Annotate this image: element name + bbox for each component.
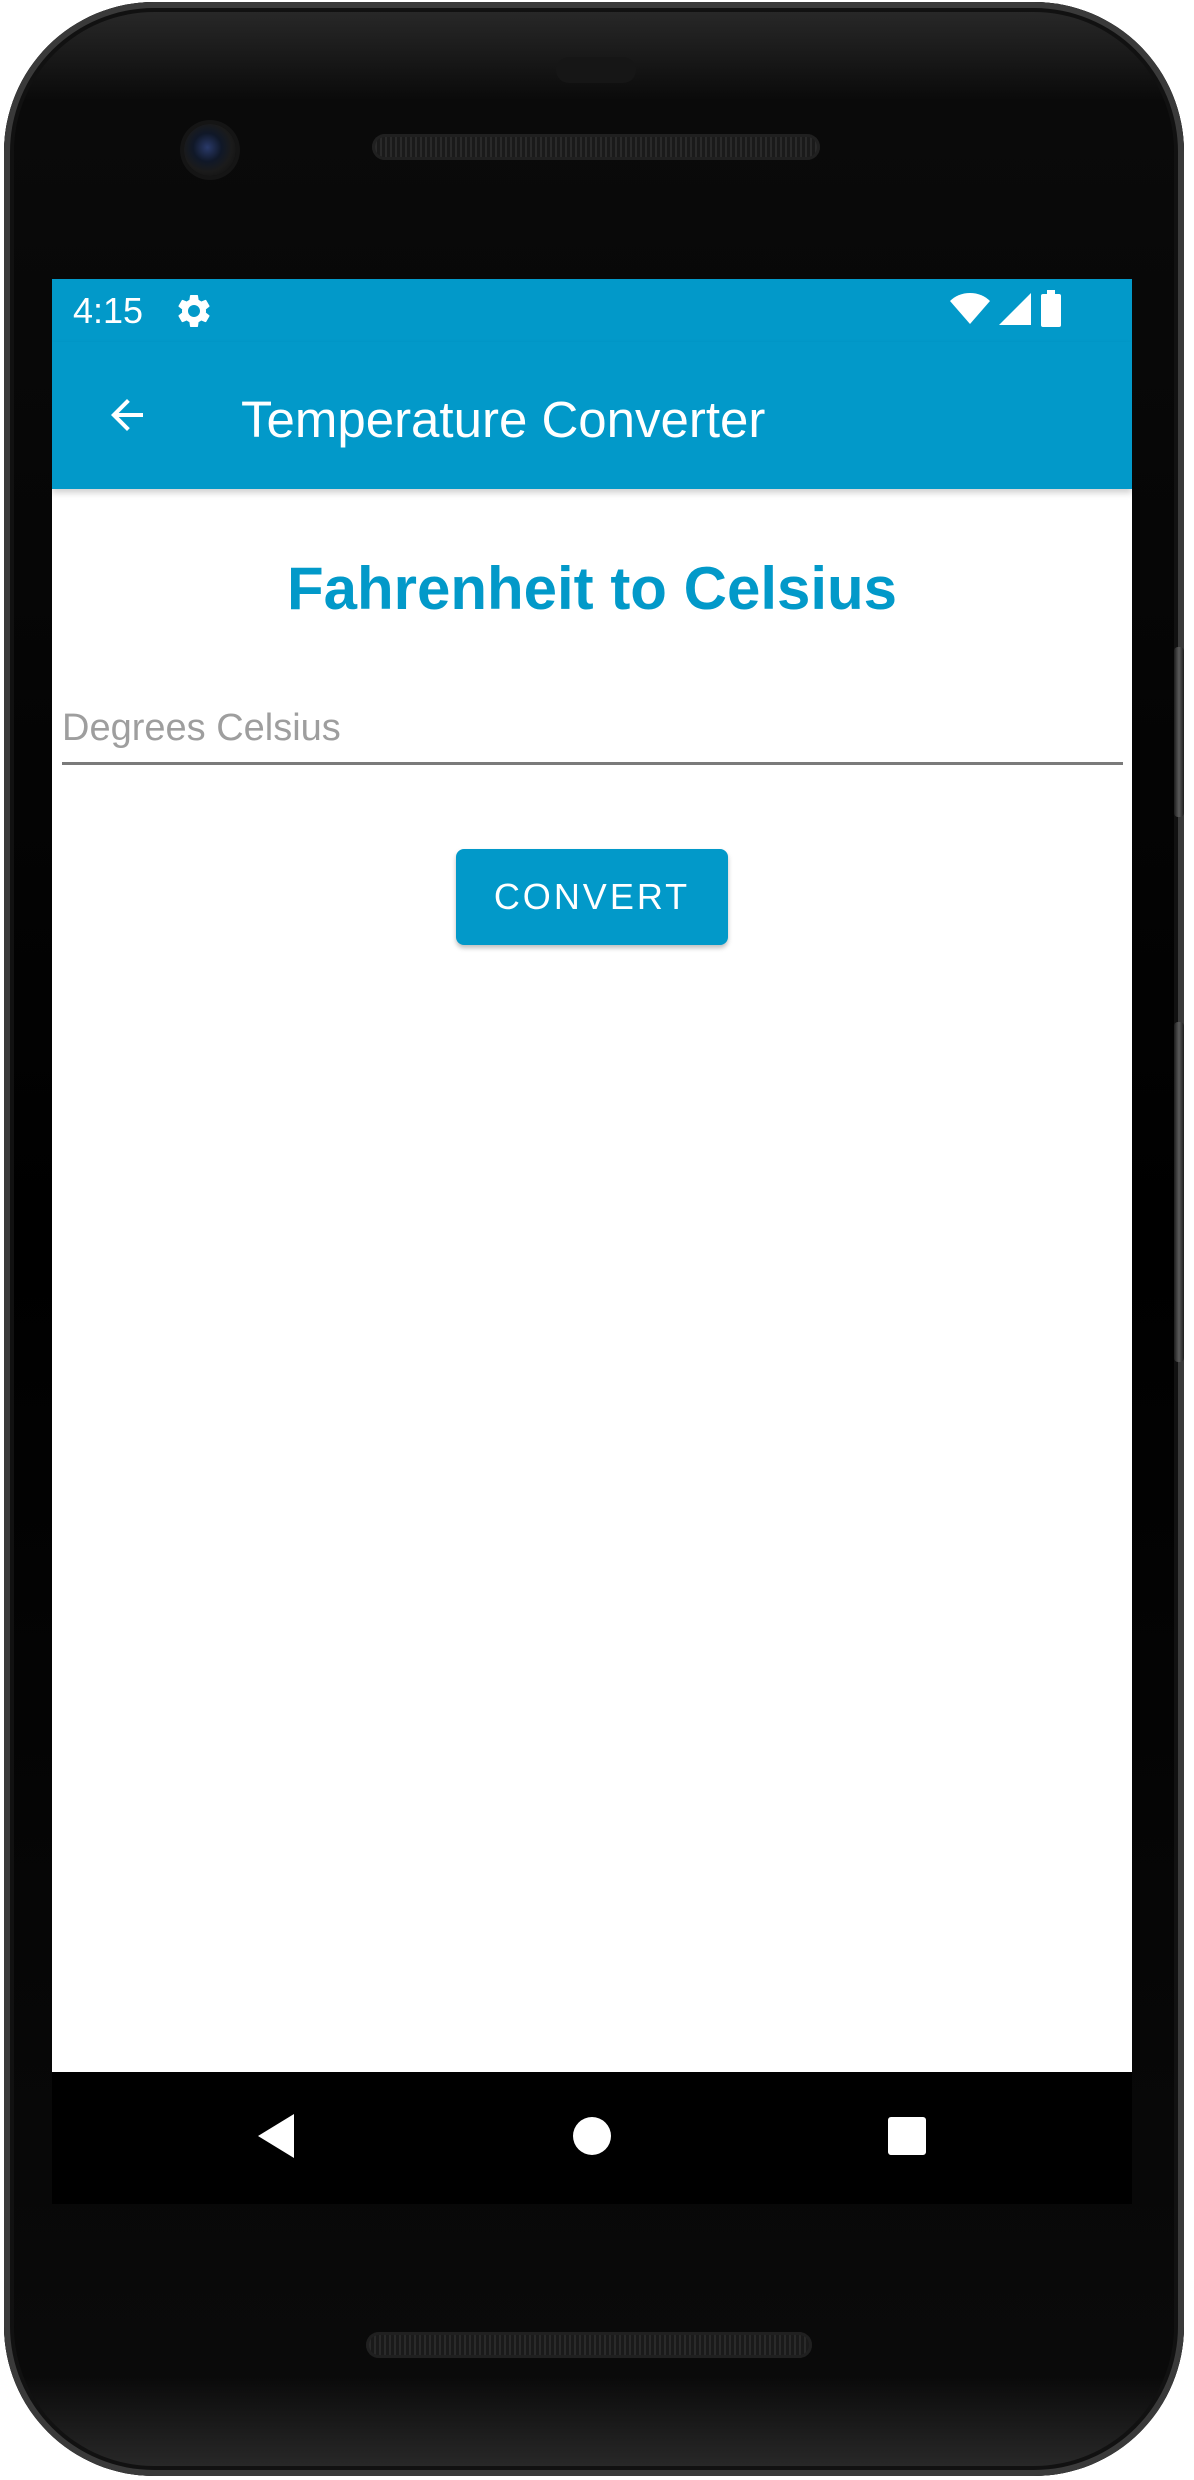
power-button — [1174, 647, 1184, 817]
nav-home-icon — [572, 2116, 612, 2161]
top-speaker-grille — [372, 134, 820, 160]
battery-icon — [1040, 289, 1062, 333]
navigation-bar — [52, 2072, 1132, 2204]
nav-recents-button[interactable] — [865, 2096, 949, 2180]
page-heading: Fahrenheit to Celsius — [286, 555, 898, 622]
status-bar: 4:15 — [52, 279, 1132, 342]
volume-button — [1174, 1022, 1184, 1362]
convert-button[interactable]: CONVERT — [456, 849, 728, 945]
wifi-icon — [950, 292, 990, 330]
arrow-back-icon — [103, 391, 151, 444]
app-title: Temperature Converter — [241, 391, 766, 448]
nav-recents-icon — [887, 2116, 927, 2161]
app-bar: Temperature Converter — [52, 342, 1132, 489]
nav-back-button[interactable] — [234, 2096, 318, 2180]
earpiece — [556, 57, 636, 83]
device-screen: 4:15 Temperature Converter Fahrenheit to… — [52, 279, 1132, 2072]
nav-home-button[interactable] — [550, 2096, 634, 2180]
bottom-speaker-grille — [366, 2332, 812, 2358]
front-camera — [184, 124, 236, 176]
back-button[interactable] — [92, 382, 162, 452]
degrees-input[interactable] — [62, 694, 1123, 765]
status-icons — [950, 289, 1062, 333]
nav-back-icon — [256, 2112, 296, 2165]
main-content: Fahrenheit to Celsius CONVERT — [52, 489, 1132, 2072]
status-time: 4:15 — [73, 290, 144, 331]
cellular-signal-icon — [998, 292, 1032, 331]
settings-gear-icon — [174, 291, 214, 331]
